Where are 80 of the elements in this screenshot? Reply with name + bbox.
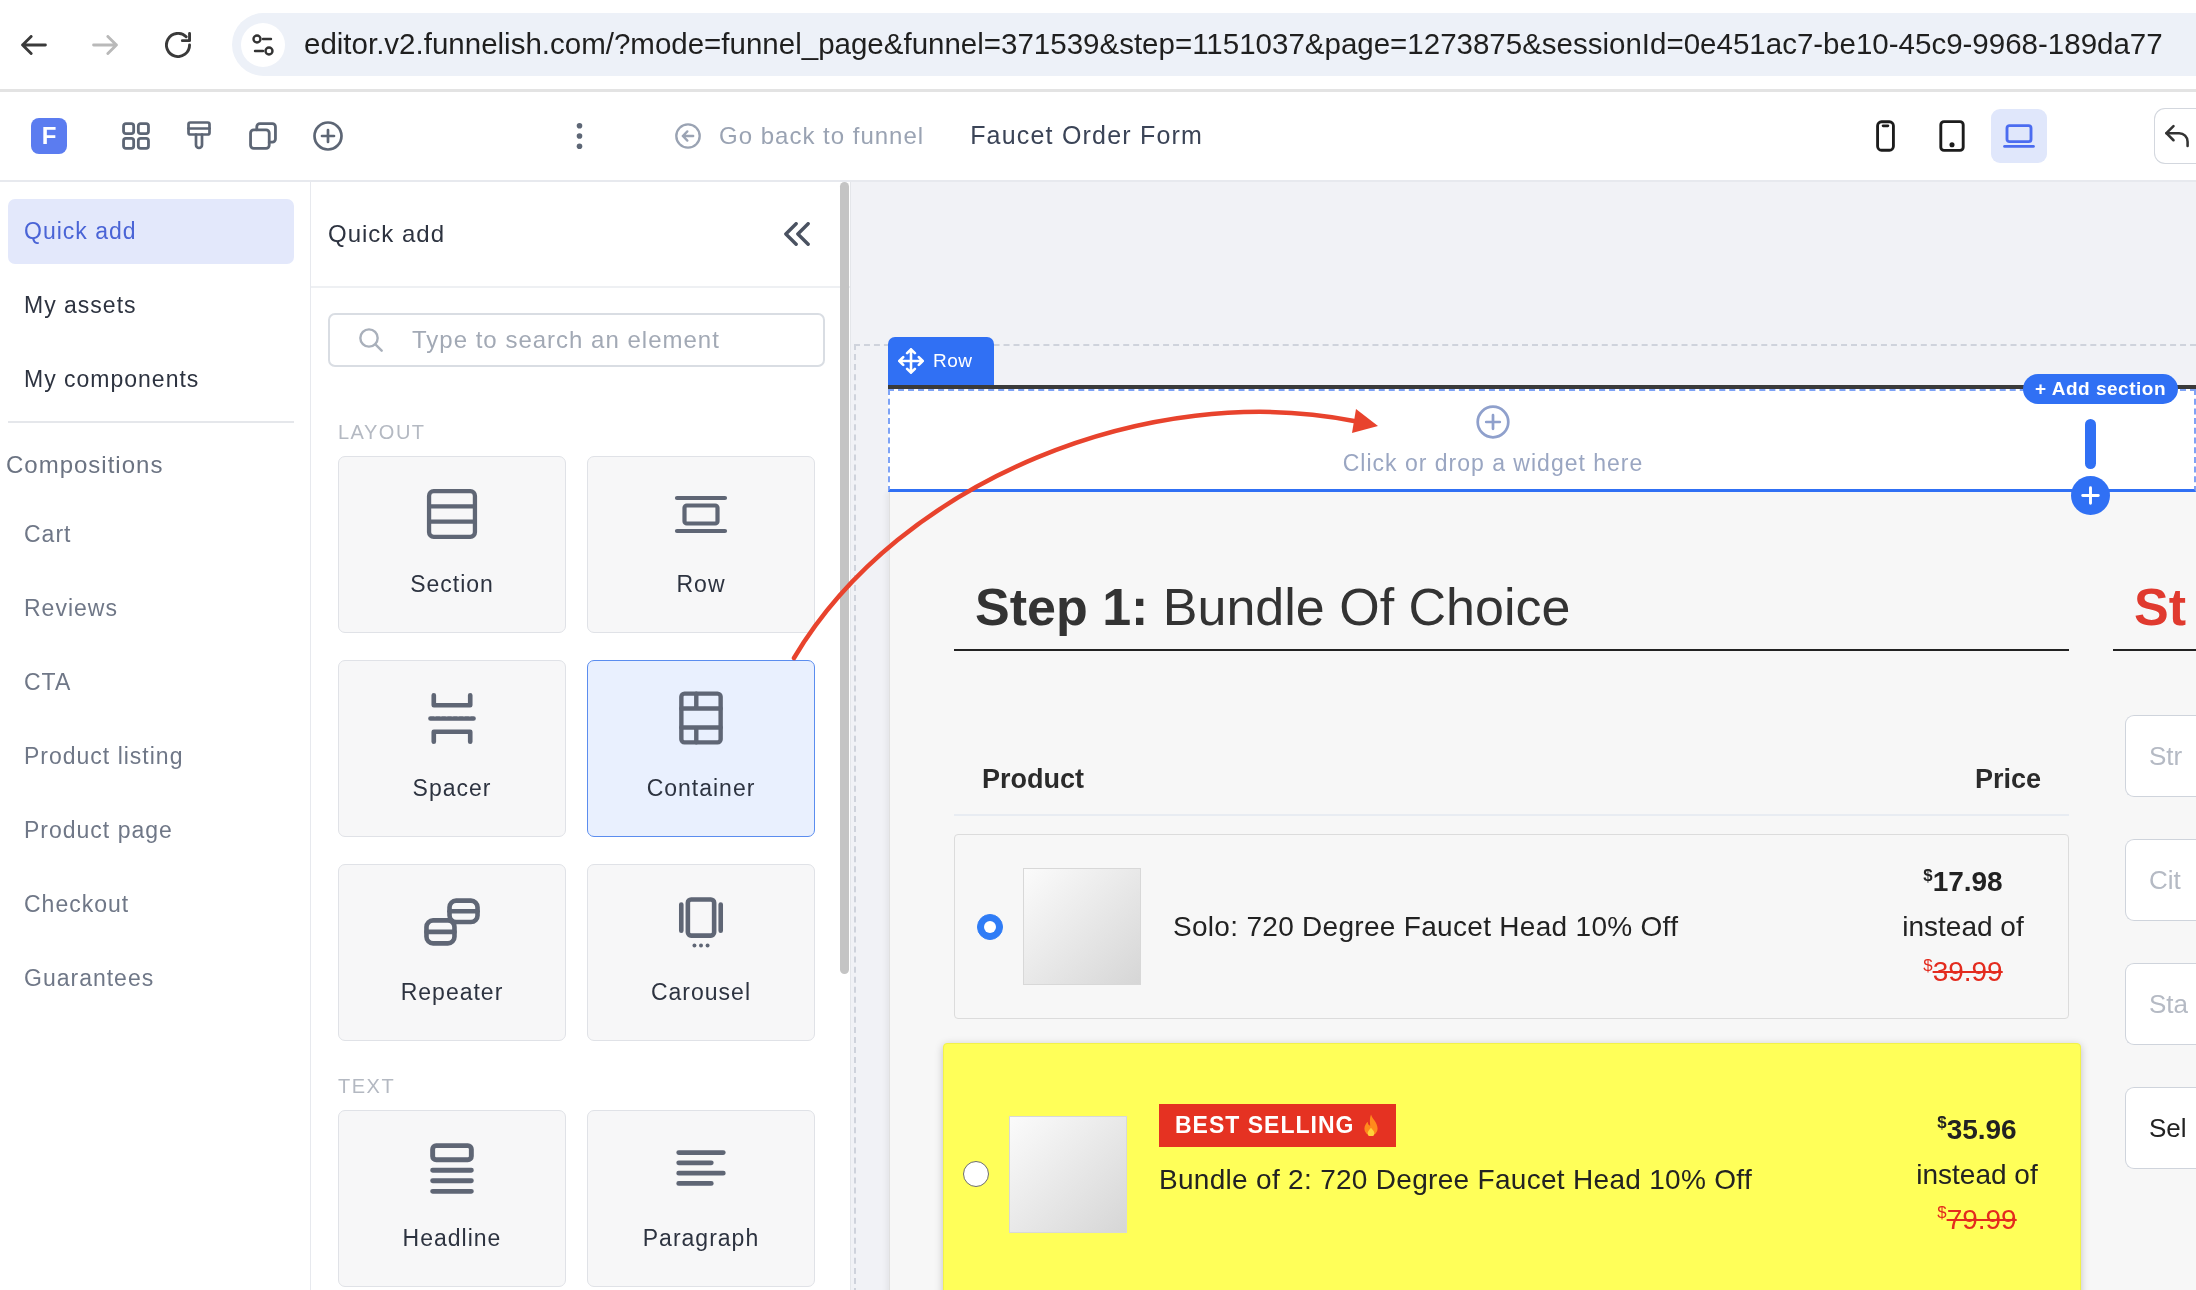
container-icon [679,691,723,745]
tablet-icon [1939,120,1965,152]
radio-button[interactable] [963,1161,989,1187]
phone-icon [1875,120,1895,152]
page-title: Faucet Order Form [970,120,1204,152]
drop-hint: Click or drop a widget here [1342,449,1644,477]
repeater-icon [424,898,480,946]
sidebar-item[interactable]: Cart [8,502,294,567]
column-header: Price [1974,762,2041,796]
undo-icon [2165,124,2189,148]
carousel-icon [678,896,724,948]
group-label: LAYOUT [338,420,426,445]
column-header: Product [982,762,1084,796]
app-logo[interactable]: F [31,118,67,154]
sidebar-item[interactable]: CTA [8,650,294,715]
sidebar-item[interactable]: My components [8,347,294,412]
element-tile[interactable]: Repeater [338,864,566,1041]
row-handle[interactable]: Row [888,337,994,385]
address-bar[interactable]: editor.v2.funnelish.com/?mode=funnel_page&funnel=371539&step=1151037&page=1273875&sessionId=0e451ac7-be10-45c9-9968-189da77 [232,13,2196,76]
sidebar-item[interactable]: Guarantees [8,946,294,1011]
flame-icon [1362,1114,1381,1136]
copy-icon[interactable] [249,122,277,150]
back-arrow-icon[interactable] [21,34,47,55]
sidebar-item[interactable]: My assets [8,273,294,338]
row-icon [674,494,728,534]
product-title: Solo: 720 Degree Faucet Head 10% Off [1173,909,1679,944]
price-note: instead of [1915,1157,2039,1192]
laptop-icon [2003,124,2035,148]
element-tile[interactable]: Paragraph [587,1110,815,1287]
reload-icon[interactable] [165,31,191,58]
radio-button[interactable] [977,913,1003,940]
sidebar-item[interactable]: Quick add [8,199,294,264]
sidebar-item[interactable]: Product page [8,798,294,863]
paragraph-icon [676,1150,726,1186]
sidebar-item[interactable]: Checkout [8,872,294,937]
resize-handle[interactable] [2085,419,2096,469]
section-label: Compositions [6,450,164,480]
old-price: $^{$}$79.99 [1936,1202,2018,1237]
product-title: Bundle of 2: 720 Degree Faucet Head 10% Off [1159,1162,1752,1197]
plus-circle-icon[interactable] [313,121,343,151]
product-option[interactable]: BEST SELLING Bundle of 2: 720 Degree Faucet Head 10% Off $^{$}$35.96 instead of $^{$}$79.99 [943,1043,2081,1290]
step-heading: St [2113,576,2196,651]
sidebar-item[interactable]: Reviews [8,576,294,641]
spacer-icon [427,691,477,745]
paintbrush-icon[interactable] [187,121,211,151]
sale-price: $^{$}$17.98 [1922,864,2004,899]
input-field[interactable]: Sel [2125,1087,2196,1169]
headline-icon [430,1142,474,1194]
sale-price: $^{$}$35.96 [1936,1112,2018,1147]
undo-button[interactable] [2154,108,2196,164]
input-field[interactable]: Sta [2125,963,2196,1045]
element-tile[interactable]: Section [338,456,566,633]
add-section-button[interactable]: + Add section [2023,374,2178,404]
double-chevron-left-icon[interactable] [784,222,810,246]
group-label: TEXT [338,1074,396,1099]
grid-icon[interactable] [122,122,150,150]
step-heading: Step 1: Bundle Of Choice [954,576,2069,651]
product-option[interactable]: Solo: 720 Degree Faucet Head 10% Off $^{$}$17.98 instead of $^{$}$39.99 [954,834,2069,1019]
element-tile[interactable]: Headline [338,1110,566,1287]
input-field[interactable]: Cit [2125,839,2196,921]
element-tile[interactable]: Container [587,660,815,837]
url-text: editor.v2.funnelish.com/?mode=funnel_page&funnel=371539&step=1151037&page=1273875&sessionId=0e451ac7-be10-45c9-9968-189da77 [304,26,2163,63]
plus-circle-icon[interactable] [2071,476,2110,515]
panel-title: Quick add [328,219,446,249]
sidebar-item[interactable]: Product listing [8,724,294,789]
section-icon [426,488,478,540]
element-tile[interactable]: Spacer [338,660,566,837]
plus-circle-icon[interactable] [1476,405,1510,439]
search-icon [359,328,383,352]
input-field[interactable]: Str [2125,715,2196,797]
price-note: instead of [1901,910,2025,944]
sliders-icon[interactable] [241,22,285,67]
element-tile[interactable]: Carousel [587,864,815,1041]
scrollbar-thumb[interactable] [840,182,849,974]
badge-label: BEST SELLING [1175,1110,1355,1140]
element-tile[interactable]: Row [587,456,815,633]
search-field[interactable]: Type to search an element [328,313,825,367]
old-price: $^{$}$39.99 [1922,954,2004,989]
kebab-menu-icon[interactable] [576,123,583,149]
move-icon [898,348,924,374]
